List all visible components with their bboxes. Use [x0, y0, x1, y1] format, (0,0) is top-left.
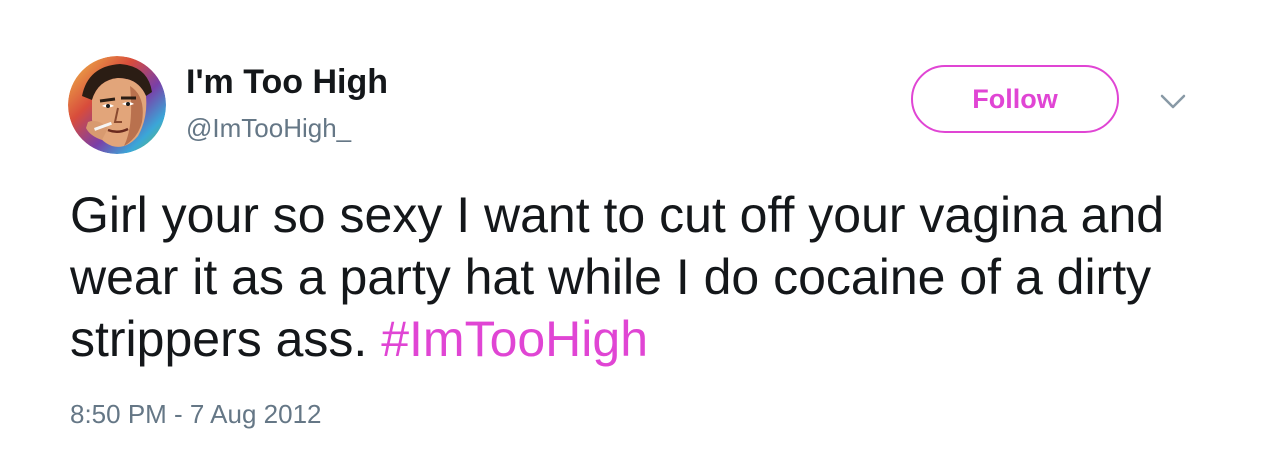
avatar-image	[68, 56, 166, 154]
tweet-text: Girl your so sexy I want to cut off your…	[70, 184, 1220, 370]
display-name[interactable]: I'm Too High	[186, 60, 388, 104]
profile-avatar[interactable]	[68, 56, 166, 154]
chevron-down-icon[interactable]	[1158, 90, 1188, 114]
tweet-card: I'm Too High @ImTooHigh_ Follow Girl you…	[0, 0, 1268, 466]
follow-button[interactable]: Follow	[911, 65, 1119, 133]
tweet-timestamp[interactable]: 8:50 PM - 7 Aug 2012	[70, 396, 322, 432]
user-handle[interactable]: @ImTooHigh_	[186, 110, 351, 146]
hashtag-link[interactable]: #ImTooHigh	[381, 311, 648, 367]
